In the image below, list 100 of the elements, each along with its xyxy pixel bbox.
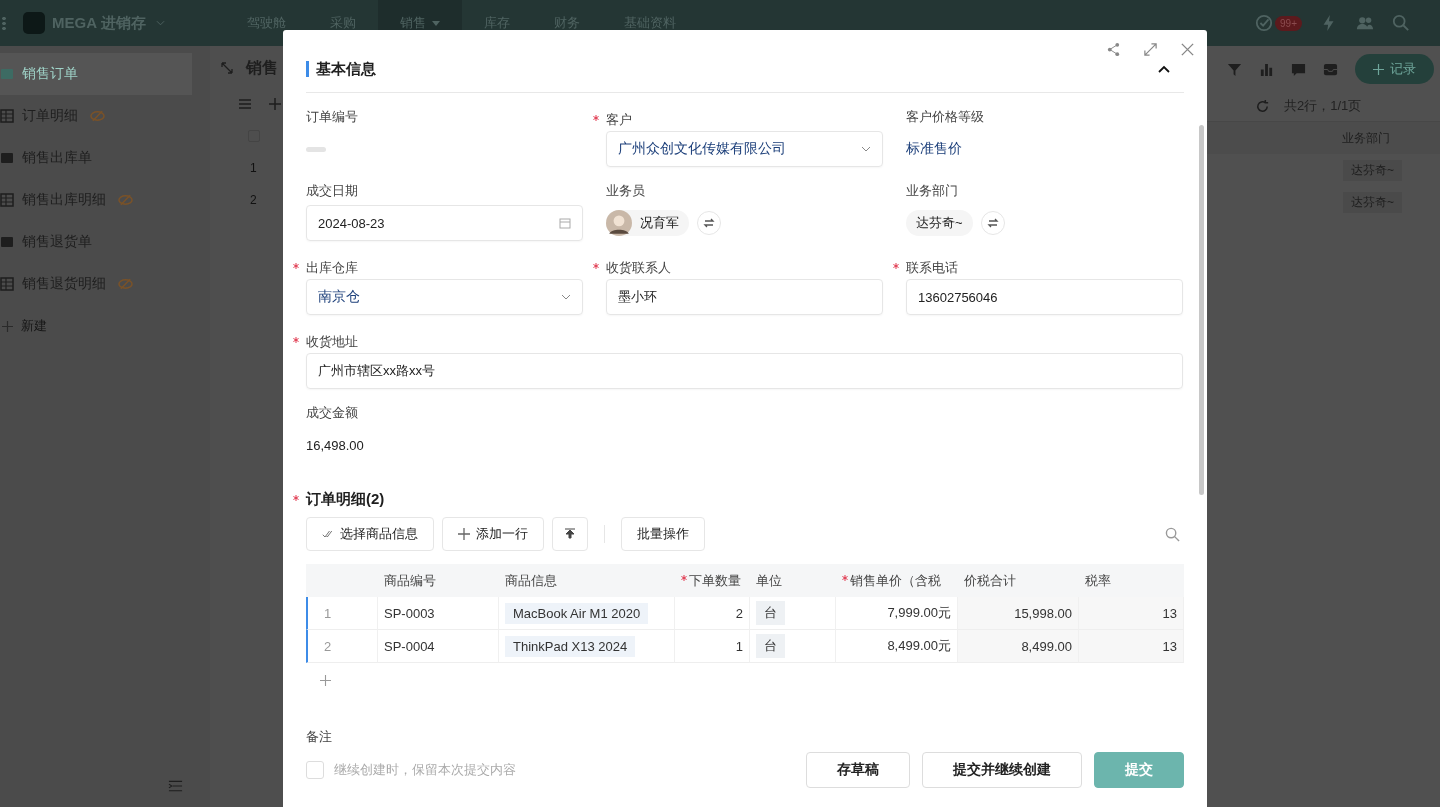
apps-icon[interactable]: [2, 16, 6, 30]
field-label: 订单编号: [306, 108, 358, 126]
field-label: 业务员: [606, 182, 645, 200]
table-icon: [0, 193, 14, 207]
table-icon: [0, 277, 14, 291]
form-icon: [0, 67, 14, 81]
field-label: 业务部门: [906, 182, 958, 200]
filter-icon[interactable]: [1227, 61, 1242, 77]
add-icon: [458, 528, 470, 540]
action-button[interactable]: 存草稿: [806, 752, 910, 788]
avatar-icon: [606, 210, 632, 236]
section-title: 基本信息: [316, 59, 376, 79]
close-icon[interactable]: [1180, 42, 1195, 57]
caret-icon[interactable]: [155, 20, 165, 26]
table-cell: 8,499.00: [958, 630, 1079, 663]
checkbox-label: 继续创建时，保留本次提交内容: [334, 761, 516, 779]
column-header: 商品信息: [505, 571, 557, 590]
field-label: 成交日期: [306, 182, 358, 200]
column-header: 税率: [1085, 571, 1111, 590]
required-icon: [293, 263, 299, 269]
users-icon[interactable]: [1356, 14, 1374, 32]
empty-value-icon: [306, 146, 326, 152]
table-cell: SP-0004: [378, 630, 499, 663]
caret-icon[interactable]: [431, 20, 440, 26]
field-label: 收货地址: [293, 332, 358, 352]
input-field[interactable]: 13602756046: [906, 279, 1183, 315]
field-label: 备注: [306, 728, 333, 746]
menu-icon[interactable]: [238, 97, 252, 111]
row-number: 2: [250, 193, 257, 207]
add-record-button[interactable]: 记录: [1355, 54, 1434, 84]
action-button[interactable]: 提交并继续创建: [922, 752, 1082, 788]
unit-tag: 台: [756, 601, 785, 625]
table-cell: 1: [675, 630, 750, 663]
unit-tag: 台: [756, 634, 785, 658]
field-label: 联系电话: [893, 258, 958, 278]
required-icon: [293, 495, 299, 501]
table-cell: 15,998.00: [958, 597, 1079, 630]
search-icon[interactable]: [1165, 526, 1180, 542]
upload-icon: [564, 528, 576, 540]
table-icon: [0, 109, 14, 123]
section-title: 订单明细(2): [293, 490, 385, 509]
dropdown-icon[interactable]: [861, 146, 871, 152]
amount-value: 16,498.00: [306, 437, 364, 453]
sidebar-item[interactable]: 销售订单: [0, 53, 192, 95]
field-label: 客户: [593, 110, 632, 130]
inbox-icon[interactable]: [1323, 61, 1338, 77]
form-icon: [0, 235, 14, 249]
form-icon: [0, 151, 14, 165]
column-header: 下单数量: [681, 571, 741, 590]
double-check-icon: [322, 528, 334, 540]
batch-button[interactable]: 批量操作: [621, 517, 705, 551]
comment-icon[interactable]: [1291, 61, 1306, 77]
table-cell: SP-0003: [378, 597, 499, 630]
select-products-button[interactable]: 选择商品信息: [306, 517, 434, 551]
product-tag[interactable]: ThinkPad X13 2024: [505, 635, 636, 657]
field-label: 出库仓库: [293, 258, 358, 278]
column-header: 价税合计: [964, 571, 1016, 590]
input-field[interactable]: 墨小环: [606, 279, 883, 315]
required-icon: [842, 574, 848, 581]
collapse-chevron-icon[interactable]: [1158, 65, 1170, 73]
required-icon: [893, 263, 899, 269]
product-tag[interactable]: MacBook Air M1 2020: [505, 602, 649, 624]
table-cell: 2: [675, 597, 750, 630]
expand-icon[interactable]: [1143, 42, 1158, 57]
add-icon[interactable]: [268, 97, 282, 111]
swap-icon[interactable]: [980, 211, 1005, 235]
add-row-button[interactable]: 添加一行: [442, 517, 544, 551]
column-header: 商品编号: [384, 571, 436, 590]
bar-chart-icon[interactable]: [1259, 61, 1274, 77]
required-icon: [593, 115, 599, 121]
add-icon: [1373, 63, 1384, 75]
collapse-icon[interactable]: [168, 780, 183, 792]
date-field[interactable]: 2024-08-23: [306, 205, 583, 241]
upload-button[interactable]: [552, 517, 588, 551]
required-icon: [681, 574, 687, 581]
add-row-icon[interactable]: [320, 675, 331, 686]
field-label: 客户价格等级: [906, 108, 984, 126]
check-circle-icon[interactable]: [1255, 14, 1274, 32]
input-field[interactable]: 广州市辖区xx路xx号: [306, 353, 1183, 389]
member-chip[interactable]: 况育军: [606, 210, 689, 236]
field-label: 收货联系人: [593, 258, 671, 278]
department-chip[interactable]: 达芬奇~: [906, 210, 973, 236]
calendar-icon[interactable]: [559, 217, 571, 229]
table-cell: 13: [1079, 597, 1184, 630]
row-number: 1: [250, 161, 257, 175]
logo-icon: [23, 12, 45, 34]
swap-icon[interactable]: [697, 211, 721, 235]
add-icon[interactable]: [2, 320, 13, 332]
share-icon[interactable]: [1106, 42, 1121, 57]
price-level-link[interactable]: 标准售价: [906, 140, 962, 158]
column-header: 销售单价（含税: [842, 571, 941, 590]
select-field[interactable]: 广州众创文化传媒有限公司: [606, 131, 883, 167]
refresh-icon[interactable]: [1255, 98, 1270, 114]
required-icon: [293, 337, 299, 343]
row-number: 1: [306, 597, 378, 630]
field-label: 成交金额: [306, 404, 358, 422]
search-icon[interactable]: [1392, 14, 1410, 32]
resize-icon[interactable]: [220, 61, 234, 75]
select-field[interactable]: 南京仓: [306, 279, 583, 315]
dropdown-icon[interactable]: [561, 294, 571, 300]
